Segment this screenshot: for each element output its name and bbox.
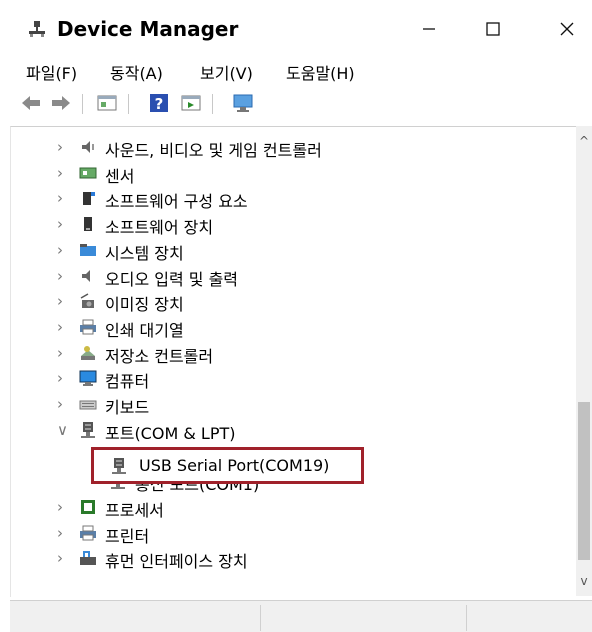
chevron-down-icon[interactable]: ∨ <box>57 421 69 439</box>
chevron-right-icon[interactable]: › <box>57 189 69 207</box>
software-device-icon <box>84 217 92 232</box>
menu-view[interactable]: 보기(V) <box>200 60 253 84</box>
chevron-right-icon[interactable]: › <box>57 164 69 182</box>
usb-serial-port-label: USB Serial Port(COM19) <box>139 456 330 475</box>
processor-icon <box>81 499 95 514</box>
chevron-right-icon[interactable]: › <box>57 241 69 259</box>
storage-controller-icon <box>81 345 95 360</box>
chevron-right-icon[interactable]: › <box>57 318 69 336</box>
toolbar-separator <box>212 94 213 114</box>
tree-item[interactable]: ∨ 포트(COM & LPT) <box>11 418 571 444</box>
minimize-button[interactable] <box>404 10 454 50</box>
minimize-icon <box>423 28 435 30</box>
status-separator <box>260 605 261 631</box>
tree-item-label: 시스템 장치 <box>105 243 184 263</box>
toolbar-separator <box>82 94 83 114</box>
chevron-right-icon[interactable]: › <box>57 524 69 542</box>
maximize-icon <box>486 22 500 36</box>
forward-arrow-icon[interactable] <box>50 92 72 114</box>
update-driver-icon[interactable] <box>180 92 202 114</box>
tree-item[interactable]: › 이미징 장치 <box>11 289 571 315</box>
keyboard-icon <box>79 400 97 410</box>
scroll-up-arrow-icon[interactable]: ^ <box>576 134 592 150</box>
hid-icon <box>80 551 96 566</box>
tree-item-label: 포트(COM & LPT) <box>105 423 236 443</box>
properties-icon[interactable] <box>96 92 118 114</box>
tree-item-label: 소프트웨어 장치 <box>105 218 214 238</box>
tree-item-label: 저장소 컨트롤러 <box>105 346 214 366</box>
printer-icon <box>80 525 96 540</box>
chevron-right-icon[interactable]: › <box>57 267 69 285</box>
tree-item-label: 사운드, 비디오 및 게임 컨트롤러 <box>105 141 322 160</box>
chevron-right-icon[interactable]: › <box>57 344 69 362</box>
tree-item[interactable]: › 센서 <box>11 161 571 187</box>
chevron-right-icon[interactable]: › <box>57 549 69 567</box>
tree-item[interactable]: › 사운드, 비디오 및 게임 컨트롤러 <box>11 135 571 161</box>
usb-serial-port-highlight[interactable]: USB Serial Port(COM19) <box>91 447 364 484</box>
printer-icon <box>80 319 96 335</box>
chevron-right-icon[interactable]: › <box>57 292 69 310</box>
svg-text:?: ? <box>155 95 164 113</box>
close-icon <box>560 22 574 36</box>
tree-item-label: 프린터 <box>105 526 150 546</box>
monitor-icon <box>79 370 97 387</box>
window-title: Device Manager <box>57 17 239 41</box>
menu-file[interactable]: 파일(F) <box>26 60 77 84</box>
chevron-right-icon[interactable]: › <box>57 138 69 156</box>
chevron-right-icon[interactable]: › <box>57 369 69 387</box>
tree-item[interactable]: › 컴퓨터 <box>11 366 571 392</box>
back-arrow-icon[interactable] <box>20 92 42 114</box>
tree-item[interactable]: › 저장소 컨트롤러 <box>11 341 571 367</box>
scan-hardware-icon[interactable] <box>232 92 254 114</box>
tree-item[interactable]: › 휴먼 인터페이스 장치 <box>11 546 571 572</box>
tree-item-label: 휴먼 인터페이스 장치 <box>105 552 248 572</box>
tree-item-label: 오디오 입력 및 출력 <box>105 269 239 289</box>
status-bar <box>10 600 592 632</box>
help-icon[interactable]: ? <box>148 92 170 114</box>
menu-help[interactable]: 도움말(H) <box>286 60 355 84</box>
device-manager-icon <box>29 21 45 37</box>
tree-item-label: 프로세서 <box>105 500 164 520</box>
tree-item[interactable]: › 시스템 장치 <box>11 238 571 264</box>
software-component-icon <box>83 192 95 206</box>
chevron-right-icon[interactable]: › <box>57 395 69 413</box>
camera-icon <box>80 293 94 309</box>
tree-item-label: 키보드 <box>105 398 150 417</box>
toolbar: ? <box>0 88 592 120</box>
sensor-icon <box>79 167 97 179</box>
tree-item[interactable]: › 인쇄 대기열 <box>11 315 571 341</box>
tree-item-label: 이미징 장치 <box>105 295 184 315</box>
maximize-button[interactable] <box>468 10 518 50</box>
title-bar: Device Manager <box>0 0 592 52</box>
status-separator <box>466 605 467 631</box>
close-button[interactable] <box>542 10 592 50</box>
chevron-right-icon[interactable]: › <box>57 498 69 516</box>
tree-item-label: 인쇄 대기열 <box>105 320 184 340</box>
tree-item[interactable]: › 프로세서 <box>11 495 571 521</box>
tree-item[interactable]: › 소프트웨어 장치 <box>11 212 571 238</box>
system-device-icon <box>80 243 96 256</box>
scrollbar-thumb[interactable] <box>578 402 590 560</box>
tree-item-label: 컴퓨터 <box>105 372 150 392</box>
speaker-icon <box>82 141 94 153</box>
device-tree: › 사운드, 비디오 및 게임 컨트롤러 › 센서 › 소프트웨어 구성 요소 › 소프트웨어… <box>10 126 592 597</box>
port-connector-icon <box>112 458 126 474</box>
audio-io-icon <box>82 269 90 282</box>
tree-item-label: 센서 <box>105 166 135 186</box>
tree-item-label: 소프트웨어 구성 요소 <box>105 192 248 212</box>
tree-item[interactable]: › 오디오 입력 및 출력 <box>11 264 571 290</box>
chevron-right-icon[interactable]: › <box>57 215 69 233</box>
scroll-down-arrow-icon[interactable]: v <box>576 574 592 590</box>
toolbar-separator <box>128 94 129 114</box>
tree-item[interactable]: › 소프트웨어 구성 요소 <box>11 186 571 212</box>
tree-item[interactable]: › 키보드 <box>11 392 571 418</box>
vertical-scrollbar[interactable]: ^ v <box>576 126 592 596</box>
menu-action[interactable]: 동작(A) <box>110 60 163 84</box>
tree-item[interactable]: › 프린터 <box>11 521 571 547</box>
menu-bar: 파일(F) 동작(A) 보기(V) 도움말(H) <box>0 55 592 87</box>
port-icon <box>81 421 95 438</box>
